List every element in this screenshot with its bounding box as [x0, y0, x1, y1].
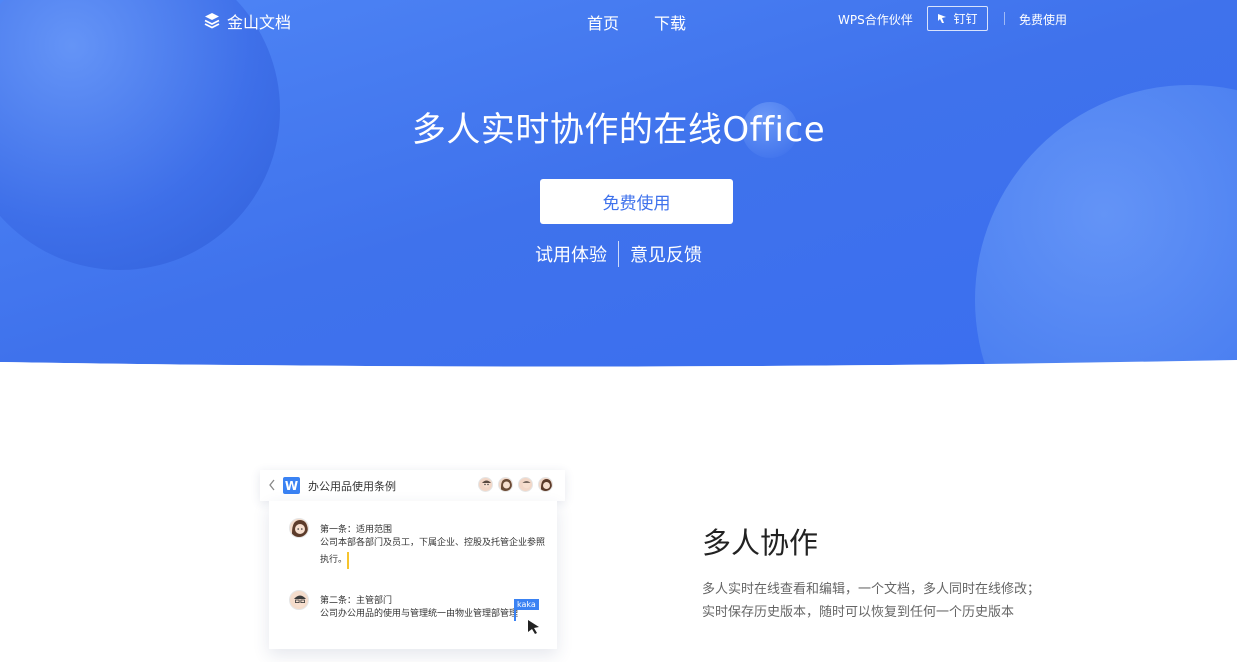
- nav-download-link[interactable]: 下载: [654, 10, 686, 34]
- dingtalk-label: 钉钉: [953, 12, 978, 26]
- doc-title: 办公用品使用条例: [308, 480, 396, 493]
- doc-content-card: 第一条：适用范围 公司本部各部门及员工，下属企业、控股及托管企业参照执行。 第二…: [269, 501, 557, 649]
- collaborator-cursor-label: kaka: [514, 599, 539, 610]
- para1-title: 第一条：适用范围: [320, 525, 393, 535]
- hero-sub-links: 试用体验 意见反馈: [0, 241, 1237, 267]
- feature-title: 多人协作: [702, 526, 819, 560]
- word-doc-icon: W: [283, 477, 300, 494]
- hero-section: 金山文档 首页 下载 WPS合作伙伴 钉钉 免费使用 多人实时协作的在线Offi…: [0, 0, 1237, 372]
- sub-link-divider: [618, 241, 619, 267]
- avatar: [478, 477, 493, 492]
- avatar: [498, 477, 513, 492]
- avatar: [289, 518, 309, 538]
- mouse-pointer-icon: [528, 620, 539, 634]
- trial-link[interactable]: 试用体验: [535, 241, 607, 267]
- free-use-button[interactable]: 免费使用: [540, 179, 733, 224]
- logo-icon: [204, 13, 220, 29]
- top-nav: 金山文档 首页 下载 WPS合作伙伴 钉钉 免费使用: [0, 0, 1237, 38]
- doc-header-card: W 办公用品使用条例: [260, 470, 565, 501]
- feedback-link[interactable]: 意见反馈: [630, 241, 702, 267]
- logo[interactable]: 金山文档: [203, 9, 291, 33]
- para1-text-content: 公司本部各部门及员工，下属企业、控股及托管企业参照执行。: [320, 538, 546, 565]
- collaborator-avatars: [478, 477, 553, 492]
- para2-text: 公司办公用品的使用与管理统一由物业管理部管理: [320, 609, 519, 619]
- para2-title: 第二条：主管部门: [320, 596, 393, 606]
- para1-text: 公司本部各部门及员工，下属企业、控股及托管企业参照执行。: [320, 535, 545, 569]
- hero-headline: 多人实时协作的在线Office: [411, 110, 826, 150]
- avatar: [518, 477, 533, 492]
- dingtalk-button[interactable]: 钉钉: [927, 6, 988, 31]
- avatar: [289, 590, 309, 610]
- feature-description: 多人实时在线查看和编辑，一个文档，多人同时在线修改； 实时保存历史版本，随时可以…: [702, 578, 1040, 624]
- feature-desc-line1: 多人实时在线查看和编辑，一个文档，多人同时在线修改；: [702, 582, 1041, 597]
- blue-text-cursor: [514, 609, 516, 621]
- nav-free-use-link[interactable]: 免费使用: [1019, 11, 1067, 28]
- nav-divider: [1004, 12, 1005, 25]
- dingtalk-icon: [938, 14, 947, 23]
- yellow-text-cursor: [347, 552, 350, 569]
- back-chevron-icon: [269, 479, 275, 491]
- nav-home-link[interactable]: 首页: [587, 10, 619, 34]
- feature-desc-line2: 实时保存历史版本，随时可以恢复到任何一个历史版本: [702, 605, 1015, 620]
- avatar: [538, 477, 553, 492]
- nav-partner-link[interactable]: WPS合作伙伴: [838, 11, 913, 28]
- logo-text: 金山文档: [227, 13, 292, 32]
